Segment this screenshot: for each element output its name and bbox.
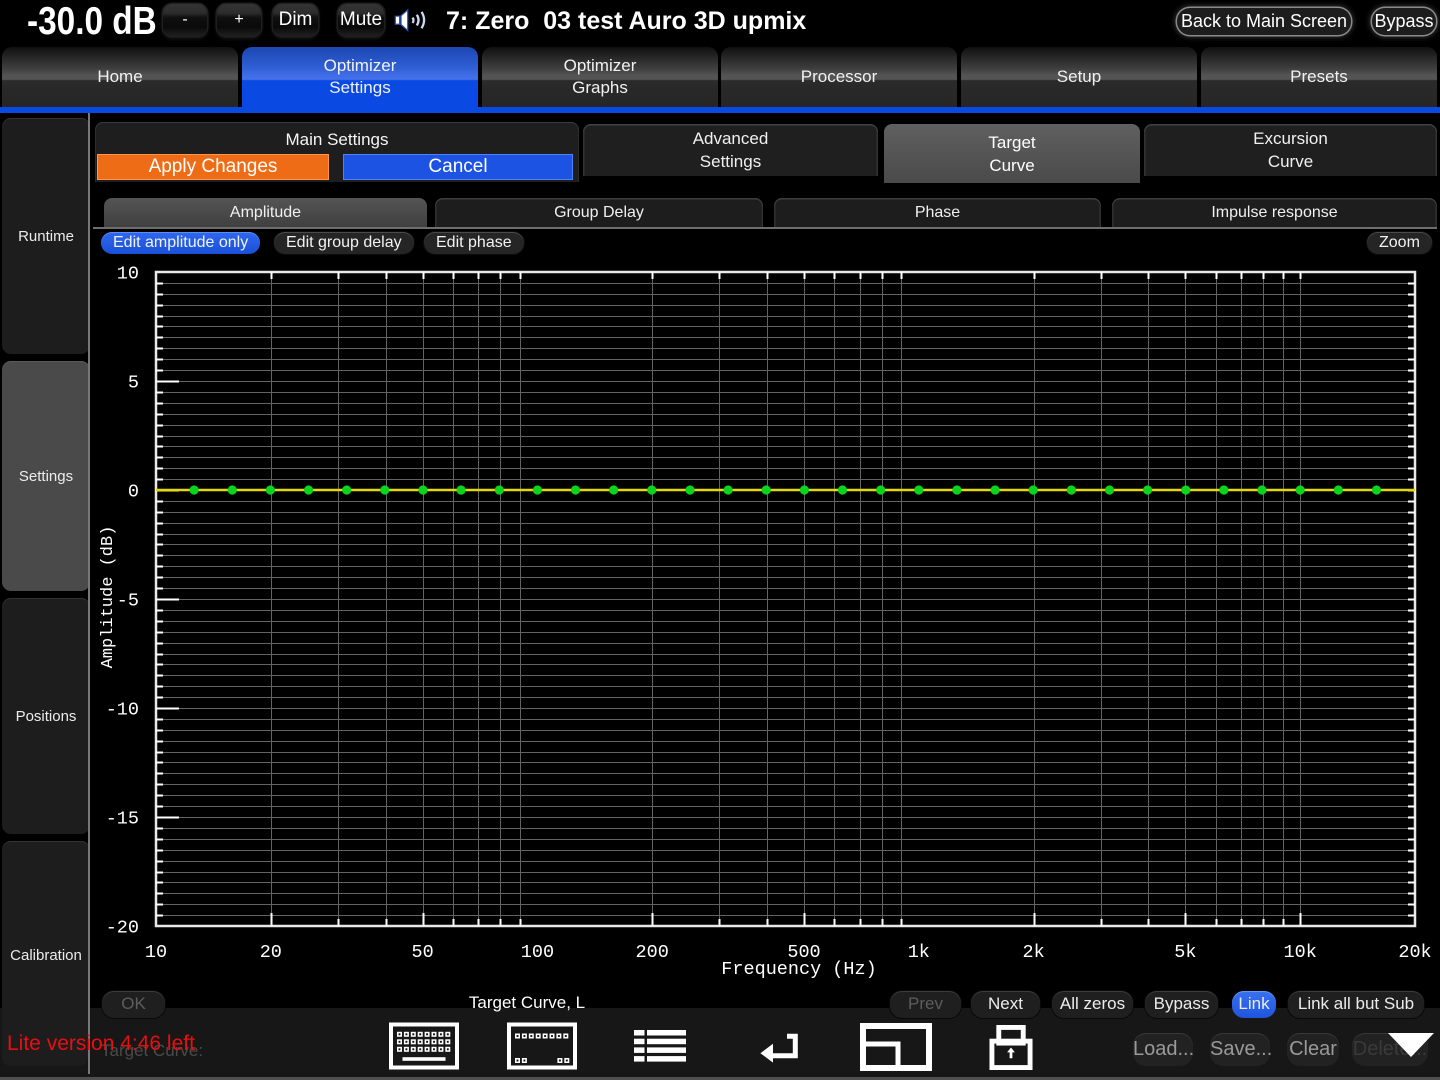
svg-text:50: 50	[411, 942, 433, 963]
svg-text:100: 100	[521, 942, 554, 963]
svg-text:5k: 5k	[1174, 942, 1196, 963]
svg-text:-5: -5	[117, 591, 139, 612]
svg-text:Frequency (Hz): Frequency (Hz)	[721, 959, 876, 980]
svg-text:10k: 10k	[1284, 942, 1317, 963]
svg-text:2k: 2k	[1022, 942, 1044, 963]
svg-text:200: 200	[636, 942, 669, 963]
svg-text:-10: -10	[106, 700, 139, 721]
svg-text:Amplitude (dB): Amplitude (dB)	[99, 526, 118, 669]
svg-text:20k: 20k	[1398, 942, 1431, 963]
svg-text:-15: -15	[106, 809, 139, 830]
svg-text:10: 10	[117, 264, 139, 285]
svg-text:10: 10	[145, 942, 167, 963]
svg-text:20: 20	[260, 942, 282, 963]
svg-text:5: 5	[128, 373, 139, 394]
svg-text:0: 0	[128, 482, 139, 503]
svg-text:1k: 1k	[908, 942, 930, 963]
svg-text:-20: -20	[106, 918, 139, 939]
